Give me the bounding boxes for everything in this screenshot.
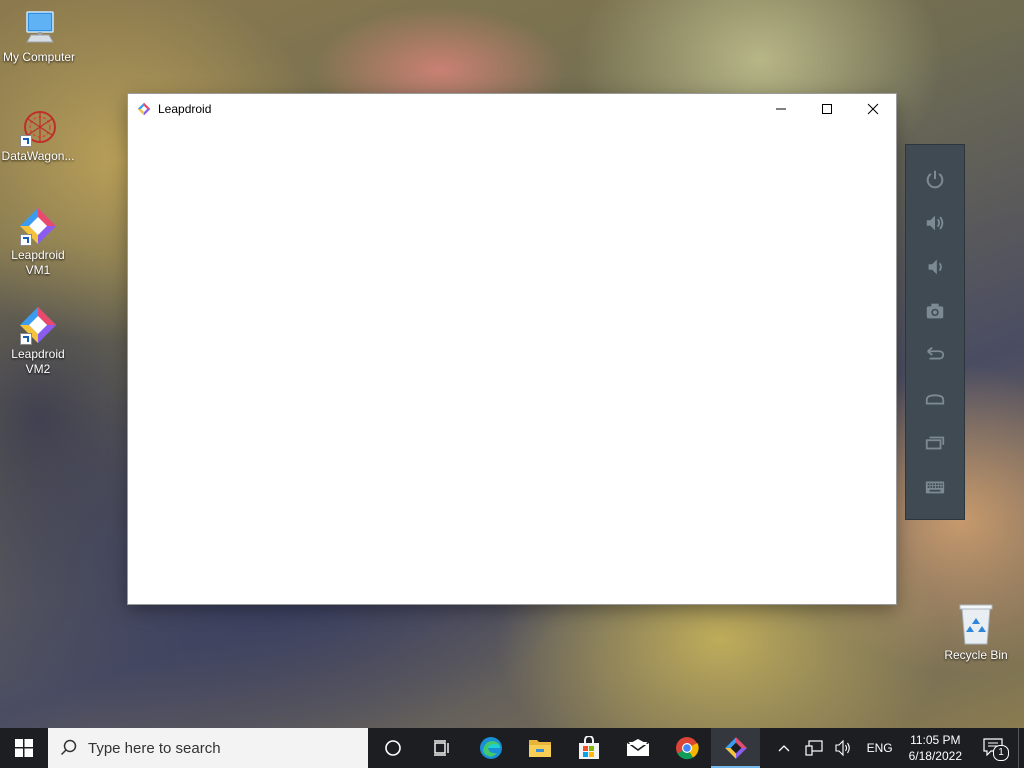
taskbar-search-box[interactable]: Type here to search — [48, 728, 368, 768]
window-content-area[interactable] — [128, 124, 896, 604]
desktop-icon-label: DataWagon... — [1, 149, 75, 163]
screenshot-button[interactable] — [906, 296, 964, 326]
network-button[interactable] — [799, 728, 829, 768]
volume-icon — [835, 740, 850, 756]
task-view-button[interactable] — [417, 728, 466, 768]
leapdroid-icon — [18, 206, 58, 246]
clock-time: 11:05 PM — [910, 733, 961, 747]
task-view-icon — [433, 740, 449, 756]
mail-icon — [626, 739, 649, 756]
shortcut-arrow-icon — [20, 333, 32, 345]
close-button[interactable] — [850, 94, 896, 124]
volume-down-icon — [928, 259, 942, 275]
volume-up-icon — [926, 215, 944, 231]
emulator-side-toolbar — [905, 144, 965, 520]
desktop-icon-label: Leapdroid VM1 — [11, 248, 65, 277]
cortana-icon — [384, 740, 401, 756]
taskbar-chrome[interactable] — [662, 728, 711, 768]
desktop-icon-leapdroid-vm1[interactable]: Leapdroid VM1 — [0, 206, 76, 278]
clock-date: 6/18/2022 — [908, 749, 962, 763]
datawagon-icon — [18, 107, 58, 147]
desktop-icon-label: My Computer — [2, 50, 76, 64]
leapdroid-window[interactable]: Leapdroid — [128, 94, 896, 604]
window-titlebar[interactable]: Leapdroid — [128, 94, 896, 124]
desktop-icon-label: Recycle Bin — [944, 648, 1008, 662]
shortcut-arrow-icon — [20, 135, 32, 147]
minimize-icon — [776, 108, 786, 110]
volume-button[interactable] — [829, 728, 859, 768]
keyboard-button[interactable] — [906, 472, 964, 502]
camera-icon — [926, 303, 944, 319]
leapdroid-icon — [724, 737, 747, 759]
recent-apps-icon — [925, 436, 945, 450]
file-explorer-icon — [528, 740, 551, 757]
language-indicator[interactable]: ENG — [859, 728, 901, 768]
back-button[interactable] — [906, 339, 964, 369]
maximize-icon — [822, 104, 832, 114]
taskbar-file-explorer[interactable] — [515, 728, 564, 768]
shortcut-arrow-icon — [20, 234, 32, 246]
desktop-icon-recycle-bin[interactable]: Recycle Bin — [938, 602, 1014, 662]
maximize-button[interactable] — [804, 94, 850, 124]
network-icon — [804, 740, 823, 756]
recycle-bin-icon — [956, 602, 996, 646]
start-button[interactable] — [0, 728, 48, 768]
power-icon — [926, 170, 944, 189]
taskbar: Type here to search ENG 11:05 PM 6/18/20… — [0, 728, 1024, 768]
home-button[interactable] — [906, 384, 964, 414]
minimize-button[interactable] — [758, 94, 804, 124]
desktop-icon-label: Leapdroid VM2 — [11, 347, 65, 376]
window-title: Leapdroid — [158, 102, 212, 116]
show-hidden-icons-button[interactable] — [769, 728, 799, 768]
power-button[interactable] — [906, 164, 964, 194]
windows-logo-icon — [15, 739, 33, 757]
back-icon — [927, 346, 945, 360]
volume-up-button[interactable] — [906, 208, 964, 238]
close-icon — [867, 103, 879, 115]
home-icon — [925, 394, 945, 405]
store-icon — [578, 736, 599, 759]
chevron-up-icon — [778, 745, 790, 752]
computer-icon — [19, 8, 59, 48]
edge-icon — [479, 737, 502, 759]
search-placeholder: Type here to search — [88, 739, 221, 757]
taskbar-edge[interactable] — [466, 728, 515, 768]
chrome-icon — [675, 737, 699, 760]
desktop-icon-leapdroid-vm2[interactable]: Leapdroid VM2 — [0, 305, 76, 377]
notification-center-button[interactable]: 1 — [970, 728, 1018, 768]
desktop-icon-my-computer[interactable]: My Computer — [1, 8, 77, 65]
volume-down-button[interactable] — [906, 252, 964, 282]
taskbar-store[interactable] — [564, 728, 613, 768]
taskbar-mail[interactable] — [613, 728, 662, 768]
clock[interactable]: 11:05 PM 6/18/2022 — [901, 728, 970, 768]
recent-apps-button[interactable] — [906, 428, 964, 458]
search-icon — [60, 739, 77, 756]
show-desktop-button[interactable] — [1018, 728, 1024, 768]
keyboard-icon — [925, 481, 945, 494]
desktop-icon-datawagon[interactable]: DataWagon... — [0, 107, 76, 164]
taskbar-leapdroid[interactable] — [711, 728, 760, 768]
cortana-button[interactable] — [368, 728, 417, 768]
notification-count-badge: 1 — [993, 745, 1009, 761]
leapdroid-icon — [18, 305, 58, 345]
leapdroid-icon — [137, 102, 151, 116]
system-tray: ENG 11:05 PM 6/18/2022 1 — [769, 728, 1024, 768]
